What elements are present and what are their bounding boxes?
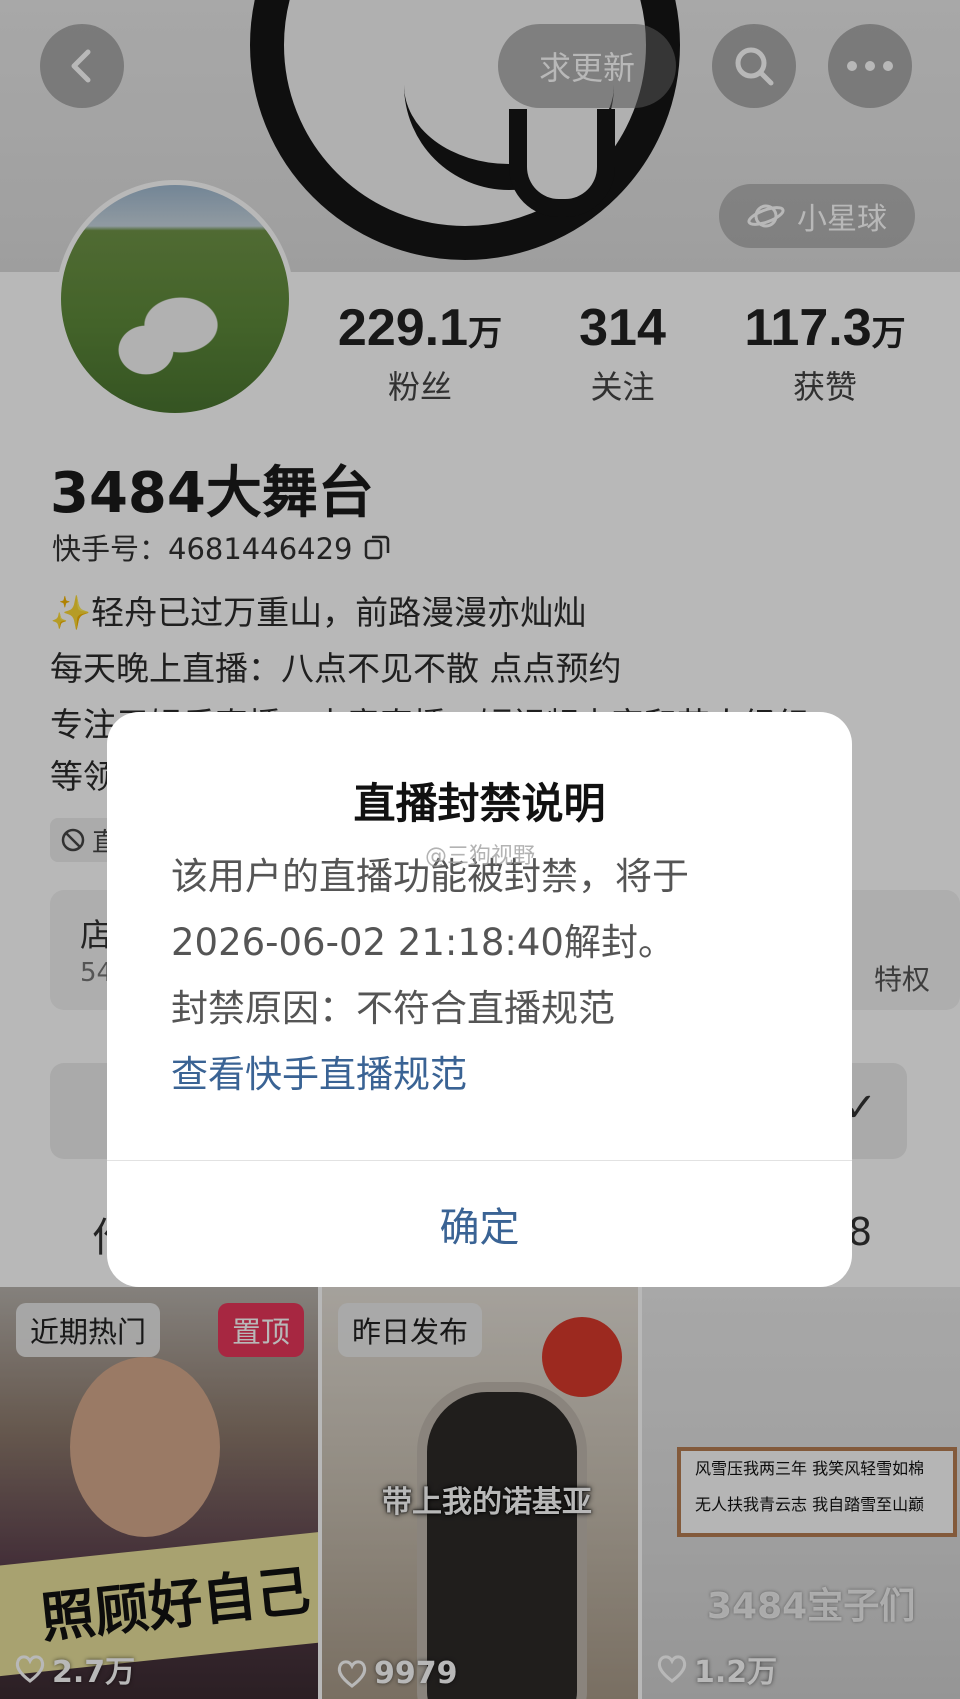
live-ban-dialog: 直播封禁说明 该用户的直播功能被封禁，将于 2026-06-02 21:18:4… bbox=[107, 712, 852, 1287]
live-rules-link[interactable]: 查看快手直播规范 bbox=[171, 1044, 467, 1098]
confirm-button[interactable]: 确定 bbox=[107, 1160, 852, 1287]
dialog-ban-reason: 封禁原因：不符合直播规范 bbox=[171, 987, 615, 1030]
dialog-unban-time: 2026-06-02 21:18:40解封。 bbox=[171, 921, 675, 964]
weibo-watermark: @三狗视野 bbox=[425, 844, 536, 869]
dialog-title: 直播封禁说明 bbox=[353, 779, 606, 828]
